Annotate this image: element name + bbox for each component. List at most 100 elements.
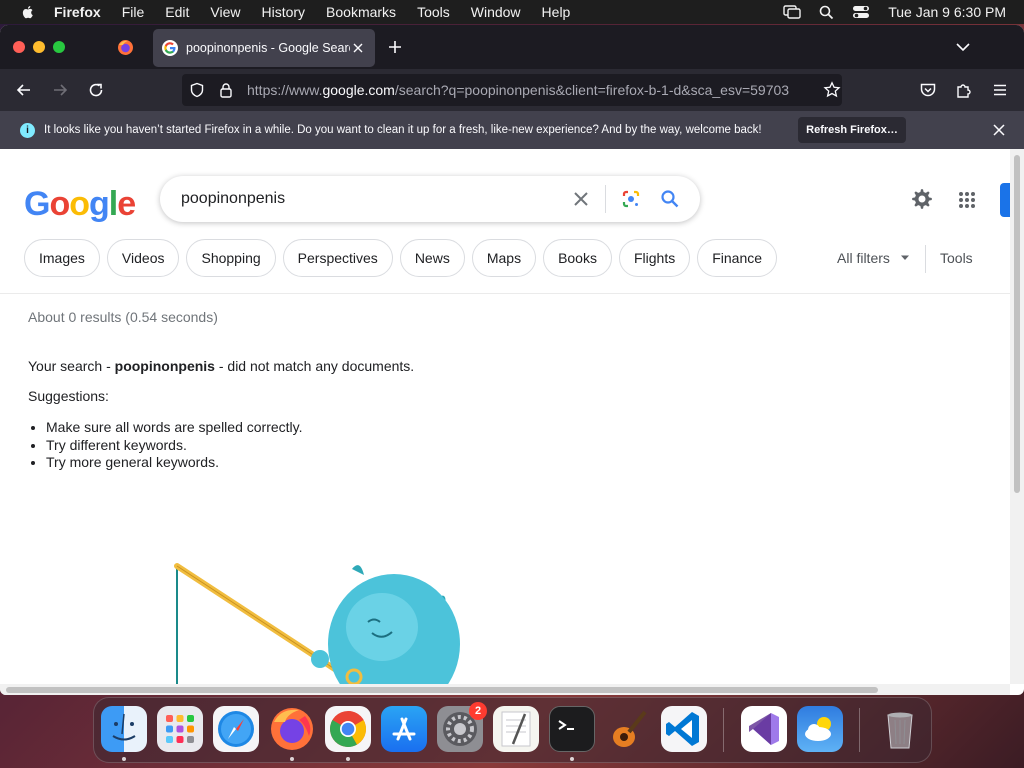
finder-running-indicator bbox=[122, 757, 126, 761]
safari-icon[interactable] bbox=[213, 706, 259, 752]
hamburger-menu-icon[interactable] bbox=[991, 81, 1009, 99]
settings-notification-badge: 2 bbox=[469, 702, 487, 720]
app-store-icon[interactable] bbox=[381, 706, 427, 752]
chip-videos[interactable]: Videos bbox=[106, 239, 180, 277]
url-prefix: https://www. bbox=[247, 82, 323, 98]
chip-finance[interactable]: Finance bbox=[697, 239, 778, 277]
menu-bookmarks[interactable]: Bookmarks bbox=[326, 4, 396, 20]
menubar-clock[interactable]: Tue Jan 9 6:30 PM bbox=[888, 4, 1006, 20]
suggestions-label: Suggestions: bbox=[28, 388, 109, 404]
refresh-firefox-button[interactable]: Refresh Firefox… bbox=[798, 117, 906, 143]
tab-bar: poopinonpenis - Google Search bbox=[0, 25, 1024, 69]
search-box-divider bbox=[605, 185, 606, 213]
close-tab-icon[interactable] bbox=[350, 40, 366, 56]
refresh-firefox-notification: i It looks like you haven’t started Fire… bbox=[0, 111, 1024, 149]
zoom-window-button[interactable] bbox=[53, 41, 65, 53]
tab-title: poopinonpenis - Google Search bbox=[186, 41, 350, 55]
forward-arrow-icon[interactable] bbox=[51, 81, 69, 99]
launchpad-icon[interactable] bbox=[157, 706, 203, 752]
garageband-icon[interactable] bbox=[605, 706, 651, 752]
fishing-monster-illustration bbox=[174, 563, 460, 684]
suggestion-item: Try more general keywords. bbox=[46, 454, 303, 472]
chip-books[interactable]: Books bbox=[543, 239, 612, 277]
minimize-window-button[interactable] bbox=[33, 41, 45, 53]
info-icon: i bbox=[20, 122, 35, 138]
search-box[interactable]: poopinonpenis bbox=[160, 176, 700, 222]
search-input[interactable]: poopinonpenis bbox=[181, 190, 572, 208]
tab-google-search[interactable]: poopinonpenis - Google Search bbox=[153, 29, 375, 67]
caret-down-icon bbox=[900, 255, 909, 260]
chip-flights[interactable]: Flights bbox=[618, 239, 691, 277]
terminal-running-indicator bbox=[570, 757, 574, 761]
close-notification-icon[interactable] bbox=[993, 124, 1005, 136]
control-center-icon[interactable] bbox=[852, 5, 870, 19]
extensions-puzzle-icon[interactable] bbox=[955, 81, 973, 99]
dock-separator bbox=[723, 708, 724, 752]
google-apps-grid-icon[interactable] bbox=[958, 191, 976, 209]
settings-gear-icon[interactable] bbox=[910, 187, 934, 211]
close-window-button[interactable] bbox=[13, 41, 25, 53]
firefox-view-icon[interactable] bbox=[117, 39, 134, 56]
dock: 2 bbox=[93, 697, 932, 763]
chip-images[interactable]: Images bbox=[24, 239, 100, 277]
lock-icon[interactable] bbox=[219, 82, 233, 98]
dock-separator bbox=[859, 708, 860, 752]
reload-icon[interactable] bbox=[87, 81, 105, 99]
horizontal-scrollbar[interactable] bbox=[0, 684, 1010, 695]
menu-tools[interactable]: Tools bbox=[417, 4, 450, 20]
navigation-toolbar: https://www.google.com/search?q=poopinon… bbox=[0, 69, 1024, 111]
chrome-running-indicator bbox=[346, 757, 350, 761]
textedit-icon[interactable] bbox=[493, 706, 539, 752]
firefox-dock-icon[interactable] bbox=[269, 706, 315, 752]
filters-divider bbox=[925, 245, 926, 273]
chrome-icon[interactable] bbox=[325, 706, 371, 752]
sign-in-button[interactable] bbox=[1000, 183, 1010, 217]
all-filters-dropdown[interactable]: All filters bbox=[837, 250, 910, 266]
bookmark-star-icon[interactable] bbox=[823, 81, 841, 99]
list-all-tabs-chevron-icon[interactable] bbox=[956, 41, 970, 53]
vertical-scroll-thumb[interactable] bbox=[1014, 155, 1020, 493]
address-bar[interactable]: https://www.google.com/search?q=poopinon… bbox=[182, 74, 842, 106]
menu-file[interactable]: File bbox=[122, 4, 145, 20]
finder-icon[interactable] bbox=[101, 706, 147, 752]
trash-icon[interactable] bbox=[877, 706, 923, 752]
menu-app-name[interactable]: Firefox bbox=[54, 4, 101, 20]
new-tab-plus-icon[interactable] bbox=[387, 39, 403, 55]
menu-view[interactable]: View bbox=[210, 4, 240, 20]
tracking-protection-shield-icon[interactable] bbox=[189, 82, 205, 98]
terminal-icon[interactable] bbox=[549, 706, 595, 752]
menu-bar: Firefox File Edit View History Bookmarks… bbox=[0, 0, 1024, 24]
google-logo[interactable]: Google bbox=[24, 185, 136, 224]
url-text[interactable]: https://www.google.com/search?q=poopinon… bbox=[247, 82, 815, 98]
horizontal-scroll-thumb[interactable] bbox=[6, 687, 878, 693]
pocket-icon[interactable] bbox=[919, 81, 937, 99]
vertical-scrollbar[interactable] bbox=[1010, 149, 1024, 684]
suggestion-item: Make sure all words are spelled correctl… bbox=[46, 419, 303, 437]
all-filters-label: All filters bbox=[837, 250, 890, 266]
menu-help[interactable]: Help bbox=[542, 4, 571, 20]
tools-button[interactable]: Tools bbox=[940, 250, 973, 266]
result-stats: About 0 results (0.54 seconds) bbox=[28, 309, 218, 325]
menu-window[interactable]: Window bbox=[471, 4, 521, 20]
menu-edit[interactable]: Edit bbox=[165, 4, 189, 20]
search-filter-chips: Images Videos Shopping Perspectives News… bbox=[24, 239, 784, 279]
apple-icon[interactable] bbox=[20, 4, 36, 20]
firefox-window: poopinonpenis - Google Search https://ww… bbox=[0, 25, 1024, 695]
vscode-icon[interactable] bbox=[661, 706, 707, 752]
chip-news[interactable]: News bbox=[399, 239, 465, 277]
chip-perspectives[interactable]: Perspectives bbox=[282, 239, 393, 277]
url-host: google.com bbox=[322, 82, 395, 98]
chip-shopping[interactable]: Shopping bbox=[186, 239, 276, 277]
suggestion-item: Try different keywords. bbox=[46, 437, 303, 455]
spotlight-search-icon[interactable] bbox=[819, 5, 834, 20]
search-magnifier-icon[interactable] bbox=[660, 189, 680, 209]
back-arrow-icon[interactable] bbox=[15, 81, 33, 99]
clear-search-x-icon[interactable] bbox=[572, 190, 590, 208]
visual-studio-icon[interactable] bbox=[741, 706, 787, 752]
header-divider bbox=[0, 293, 1010, 294]
chip-maps[interactable]: Maps bbox=[471, 239, 537, 277]
menu-history[interactable]: History bbox=[261, 4, 305, 20]
google-lens-icon[interactable] bbox=[620, 188, 642, 210]
weather-icon[interactable] bbox=[797, 706, 843, 752]
screen-mirroring-icon[interactable] bbox=[783, 5, 801, 19]
